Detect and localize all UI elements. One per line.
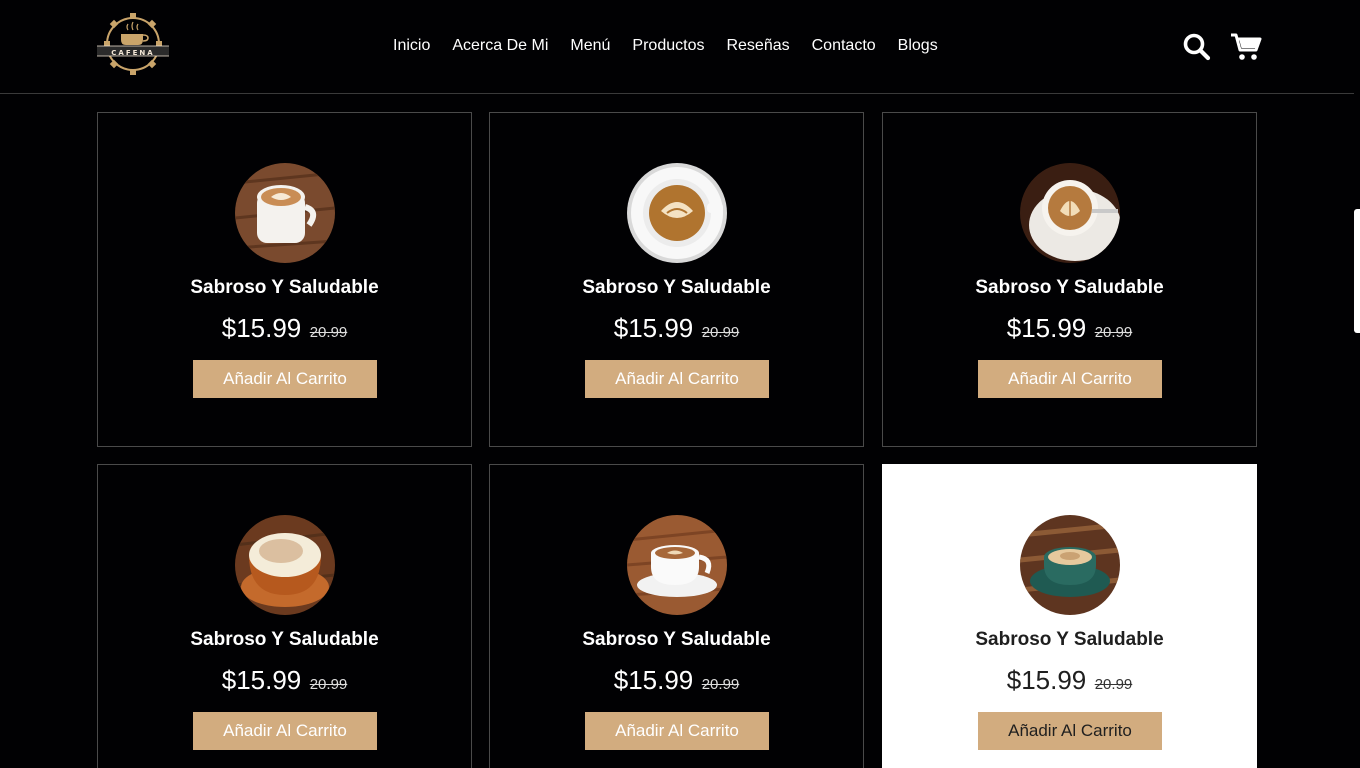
nav-item-productos[interactable]: Productos (632, 37, 704, 55)
product-old-price: 20.99 (701, 676, 740, 693)
product-image-cappuccino-top (627, 163, 727, 263)
add-to-cart-button[interactable]: Añadir Al Carrito (978, 360, 1162, 398)
scrollbar-thumb[interactable] (1354, 209, 1360, 333)
add-to-cart-button[interactable]: Añadir Al Carrito (193, 712, 377, 750)
price-row: $15.99 20.99 (98, 665, 471, 696)
nav-item-acerca-de-mi[interactable]: Acerca De Mi (452, 37, 548, 55)
price-row: $15.99 20.99 (490, 313, 863, 344)
product-old-price: 20.99 (309, 324, 348, 341)
price-row: $15.99 20.99 (490, 665, 863, 696)
nav-item-contacto[interactable]: Contacto (812, 37, 876, 55)
logo-text: CAFENA (111, 49, 155, 57)
nav-item-resenas[interactable]: Reseñas (726, 37, 789, 55)
site-header: CAFENA Inicio Acerca De Mi Menú Producto… (0, 0, 1354, 94)
product-card: Sabroso Y Saludable $15.99 20.99 Añadir … (489, 464, 864, 768)
page: CAFENA Inicio Acerca De Mi Menú Producto… (0, 0, 1360, 768)
product-image-latte-wood (235, 163, 335, 263)
product-card: Sabroso Y Saludable $15.99 20.99 Añadir … (882, 112, 1257, 447)
product-title: Sabroso Y Saludable (975, 629, 1164, 650)
product-title: Sabroso Y Saludable (582, 277, 771, 298)
price-row: $15.99 20.99 (883, 313, 1256, 344)
product-price: $15.99 (1006, 665, 1087, 695)
product-image-latte-art-saucer (1020, 163, 1120, 263)
nav-item-blogs[interactable]: Blogs (898, 37, 938, 55)
add-to-cart-button[interactable]: Añadir Al Carrito (978, 712, 1162, 750)
product-image-green-cup (1020, 515, 1120, 615)
product-card: Sabroso Y Saludable $15.99 20.99 Añadir … (97, 464, 472, 768)
price-row: $15.99 20.99 (883, 665, 1256, 696)
product-title: Sabroso Y Saludable (190, 629, 379, 650)
cafena-logo[interactable]: CAFENA (95, 12, 171, 76)
search-icon (1183, 33, 1211, 61)
add-to-cart-button[interactable]: Añadir Al Carrito (585, 712, 769, 750)
add-to-cart-button[interactable]: Añadir Al Carrito (585, 360, 769, 398)
main-nav: Inicio Acerca De Mi Menú Productos Reseñ… (382, 34, 949, 58)
product-price: $15.99 (613, 665, 694, 695)
nav-item-menu[interactable]: Menú (570, 37, 610, 55)
product-card: Sabroso Y Saludable $15.99 20.99 Añadir … (97, 112, 472, 447)
product-title: Sabroso Y Saludable (190, 277, 379, 298)
product-image-espresso-cup (627, 515, 727, 615)
shopping-cart-icon (1231, 33, 1262, 60)
product-old-price: 20.99 (1094, 676, 1133, 693)
nav-item-inicio[interactable]: Inicio (393, 37, 430, 55)
add-to-cart-button[interactable]: Añadir Al Carrito (193, 360, 377, 398)
product-old-price: 20.99 (309, 676, 348, 693)
product-card: Sabroso Y Saludable $15.99 20.99 Añadir … (489, 112, 864, 447)
price-row: $15.99 20.99 (98, 313, 471, 344)
product-title: Sabroso Y Saludable (975, 277, 1164, 298)
product-title: Sabroso Y Saludable (582, 629, 771, 650)
logo-gear-emblem (97, 13, 169, 75)
product-image-cappuccino-cocoa (235, 515, 335, 615)
product-old-price: 20.99 (1094, 324, 1133, 341)
product-price: $15.99 (1006, 313, 1087, 343)
product-card-highlighted: Sabroso Y Saludable $15.99 20.99 Añadir … (882, 464, 1257, 768)
product-price: $15.99 (221, 665, 302, 695)
search-button[interactable] (1182, 32, 1212, 62)
product-price: $15.99 (613, 313, 694, 343)
cart-button[interactable] (1230, 32, 1262, 62)
product-price: $15.99 (221, 313, 302, 343)
product-old-price: 20.99 (701, 324, 740, 341)
